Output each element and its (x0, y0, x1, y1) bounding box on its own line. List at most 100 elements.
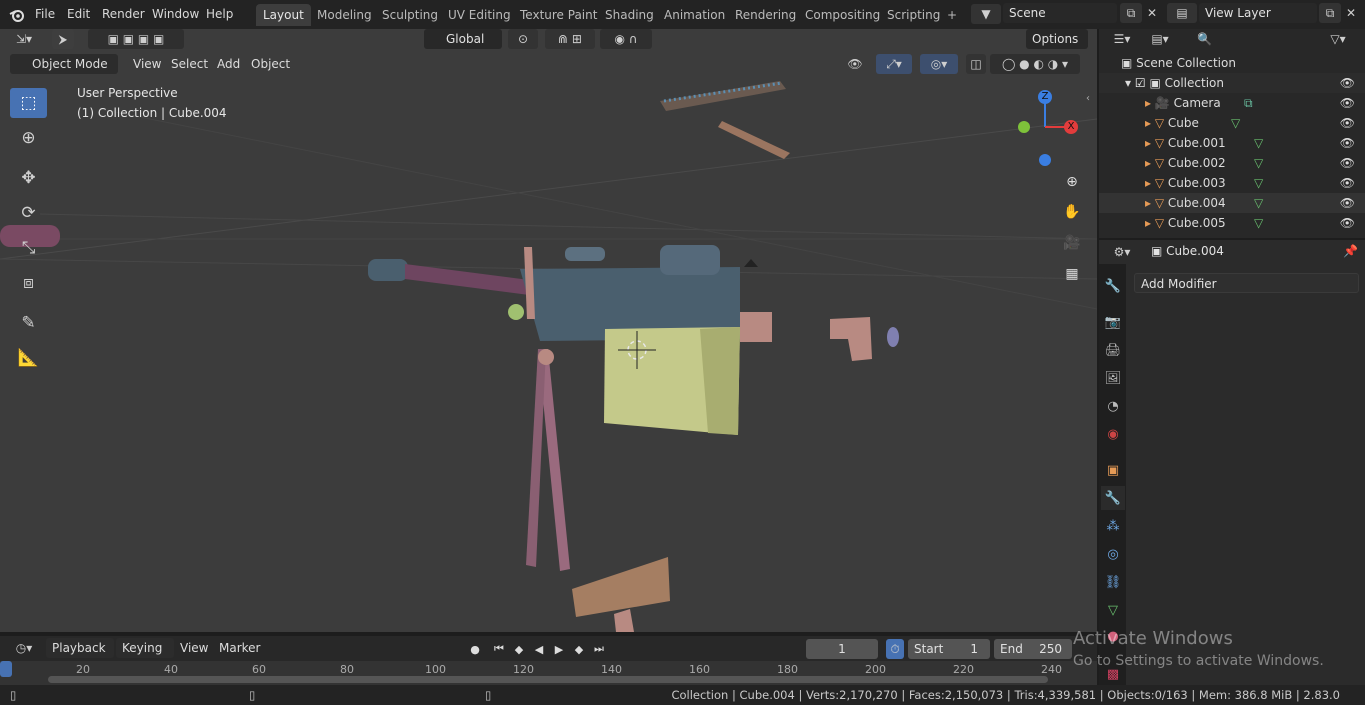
3d-viewport[interactable]: ⇲▾ ⮞ ▣ ▣ ▣ ▣ Global ⊙ ⋒ ⊞ ◉ ∩ Options Ob… (0, 29, 1097, 632)
eye-icon[interactable]: 👁 (1340, 173, 1355, 193)
eye-icon[interactable]: 👁 (1340, 153, 1355, 173)
outliner-item-cube-004[interactable]: ▸ ▽ Cube.004 ▽ 👁 (1099, 193, 1365, 213)
pan-hand-icon[interactable]: ✋ (1059, 199, 1085, 225)
preview-range-icon[interactable]: ⏱ (886, 639, 904, 659)
add-menu[interactable]: Add (211, 54, 246, 74)
scene-tab-icon[interactable]: ◔ (1101, 394, 1125, 418)
gizmo-x-axis[interactable]: X (1064, 120, 1078, 134)
editor-type-icon[interactable]: ⇲▾ (8, 29, 40, 49)
tab-shading[interactable]: Shading (598, 4, 661, 26)
close-icon[interactable]: ✕ (1141, 3, 1163, 23)
menu-render[interactable]: Render (102, 5, 145, 23)
orientation-dropdown[interactable]: Global (424, 29, 502, 49)
jump-start-icon[interactable]: ⏮ (490, 640, 508, 658)
record-icon[interactable]: ● (466, 640, 484, 658)
particles-tab-icon[interactable]: ⁂ (1101, 514, 1125, 538)
tab-layout[interactable]: Layout (256, 4, 311, 26)
close-view-layer-icon[interactable]: ✕ (1340, 3, 1362, 23)
jump-end-icon[interactable]: ⏭ (590, 640, 608, 658)
expand-icon[interactable]: ▾ (1125, 76, 1131, 90)
tool-tab-icon[interactable]: 🔧 (1101, 274, 1125, 298)
tab-sculpting[interactable]: Sculpting (375, 4, 445, 26)
scene-field[interactable]: Scene (1003, 3, 1117, 23)
options-dropdown[interactable]: Options (1026, 29, 1088, 49)
tab-rendering[interactable]: Rendering (728, 4, 803, 26)
menu-help[interactable]: Help (206, 5, 233, 23)
scale-icon[interactable]: ⤡ (10, 233, 47, 263)
play-icon[interactable]: ▶ (550, 640, 568, 658)
filter-icon[interactable]: ▽▾ (1321, 29, 1355, 49)
select-box-icon[interactable]: ⬚ (10, 88, 47, 118)
outliner-item-camera[interactable]: ▸ 🎥 Camera ⧉ 👁 (1099, 93, 1365, 113)
outliner-item-cube-002[interactable]: ▸ ▽ Cube.002 ▽ 👁 (1099, 153, 1365, 173)
object-menu[interactable]: Object (245, 54, 296, 74)
tab-texture-paint[interactable]: Texture Paint (513, 4, 604, 26)
frame-ruler[interactable]: 20 40 60 80 100 120 140 160 180 200 220 … (0, 661, 1097, 685)
keying-dropdown[interactable]: Keying (116, 638, 174, 658)
tab-uv-editing[interactable]: UV Editing (441, 4, 518, 26)
outliner-item-cube-005[interactable]: ▸ ▽ Cube.005 ▽ 👁 (1099, 213, 1365, 233)
snap-icon[interactable]: ⋒ ⊞ (545, 29, 595, 49)
eye-icon[interactable]: 👁 (1340, 73, 1355, 93)
outliner-search-icon[interactable]: 🔍 (1191, 29, 1301, 49)
constraints-tab-icon[interactable]: ⛓ (1101, 570, 1125, 594)
menu-edit[interactable]: Edit (67, 5, 90, 23)
tab-animation[interactable]: Animation (657, 4, 732, 26)
outliner-collection[interactable]: ▾ ☑ ▣ Collection 👁 (1099, 73, 1365, 93)
selection-mode-icons[interactable]: ▣ ▣ ▣ ▣ (88, 29, 184, 49)
overlay-icon[interactable]: ◎▾ (920, 54, 958, 74)
eye-icon[interactable]: 👁 (1340, 213, 1355, 233)
pin-icon[interactable]: 📌 (1343, 244, 1358, 258)
scene-icon[interactable]: ▼ (971, 4, 1001, 24)
outliner-scene-collection[interactable]: ▣ Scene Collection (1099, 53, 1365, 73)
menu-file[interactable]: File (35, 5, 55, 23)
select-menu[interactable]: Select (165, 54, 214, 74)
menu-window[interactable]: Window (152, 5, 199, 23)
add-workspace-button[interactable]: + (940, 4, 964, 26)
shading-modes-icon[interactable]: ◯ ● ◐ ◑ ▾ (990, 54, 1080, 74)
navigation-gizmo[interactable]: Z X (1010, 87, 1080, 167)
checkbox-icon[interactable]: ☑ (1135, 76, 1146, 90)
playback-dropdown[interactable]: Playback (46, 638, 114, 658)
add-modifier-dropdown[interactable]: Add Modifier (1134, 273, 1359, 293)
eye-icon[interactable]: 👁 (1340, 133, 1355, 153)
outliner-item-cube-003[interactable]: ▸ ▽ Cube.003 ▽ 👁 (1099, 173, 1365, 193)
next-keyframe-icon[interactable]: ◆ (570, 640, 588, 658)
render-tab-icon[interactable]: 📷 (1101, 310, 1125, 334)
data-tab-icon[interactable]: ▽ (1101, 598, 1125, 622)
sidebar-toggle-icon[interactable]: ‹ (1086, 93, 1090, 104)
transform-icon[interactable]: ⧈ (10, 268, 47, 298)
pivot-point-icon[interactable]: ⊙ (508, 29, 538, 49)
tab-compositing[interactable]: Compositing (798, 4, 887, 26)
current-frame-field[interactable]: 1 (806, 639, 878, 659)
view-menu[interactable]: View (127, 54, 167, 74)
perspective-grid-icon[interactable]: ▦ (1059, 261, 1085, 287)
outliner-editor-icon[interactable]: ☰▾ (1107, 29, 1137, 49)
proportional-edit-icon[interactable]: ◉ ∩ (600, 29, 652, 49)
annotate-icon[interactable]: ✎ (10, 308, 47, 338)
xray-icon[interactable]: ◫ (966, 54, 986, 74)
select-tool-icon[interactable]: ⮞ (52, 29, 74, 49)
measure-icon[interactable]: 📐 (10, 343, 47, 373)
view-layer-icon[interactable]: ▤ (1167, 3, 1197, 23)
zoom-icon[interactable]: ⊕ (1059, 169, 1085, 195)
view-layer-tab-icon[interactable]: 🖼 (1101, 366, 1125, 390)
play-reverse-icon[interactable]: ◀ (530, 640, 548, 658)
properties-editor-icon[interactable]: ⚙▾ (1107, 242, 1137, 262)
outliner-item-cube-001[interactable]: ▸ ▽ Cube.001 ▽ 👁 (1099, 133, 1365, 153)
timeline-editor-icon[interactable]: ◷▾ (8, 638, 40, 658)
gizmo-icon[interactable]: ⤢▾ (876, 54, 912, 74)
start-frame-field[interactable]: Start 1 (908, 639, 990, 659)
marker-menu[interactable]: Marker (213, 638, 266, 658)
new-scene-icon[interactable]: ⧉ (1120, 3, 1142, 23)
prev-keyframe-icon[interactable]: ◆ (510, 640, 528, 658)
outliner-item-cube[interactable]: ▸ ▽ Cube ▽ 👁 (1099, 113, 1365, 133)
timeline-scrollbar[interactable] (48, 676, 1048, 683)
eye-icon[interactable]: 👁 (1340, 93, 1355, 113)
visibility-icon[interactable]: 👁 (840, 54, 870, 74)
camera-view-icon[interactable]: 🎥 (1059, 230, 1085, 256)
playhead[interactable] (0, 661, 12, 677)
modifier-tab-icon[interactable]: 🔧 (1101, 486, 1125, 510)
end-frame-field[interactable]: End 250 (994, 639, 1072, 659)
display-mode-icon[interactable]: ▤▾ (1145, 29, 1175, 49)
